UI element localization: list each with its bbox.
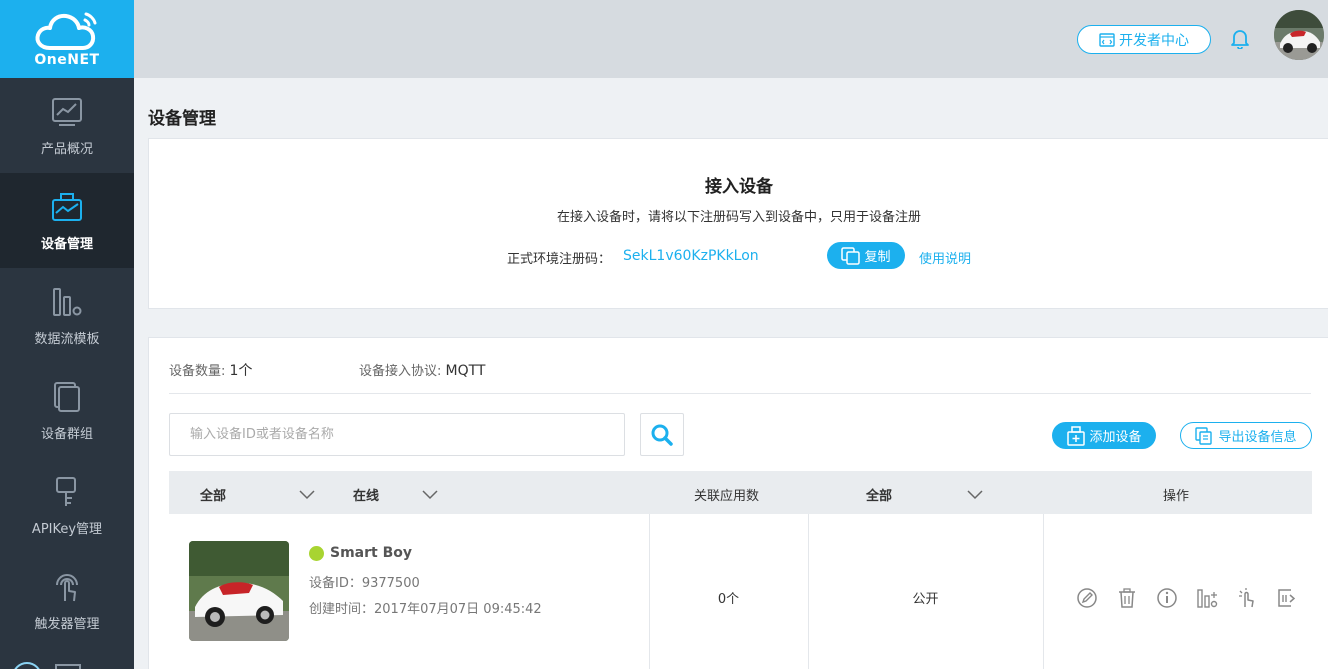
user-avatar[interactable]: [1274, 10, 1324, 60]
sidebar-item-overview[interactable]: 产品概况: [0, 78, 134, 173]
usage-guide-link[interactable]: 使用说明: [919, 248, 971, 267]
column-ops: 操作: [1163, 485, 1189, 504]
add-device-label: 添加设备: [1089, 430, 1142, 445]
sidebar-item-label: 设备管理: [40, 237, 93, 252]
top-header: 开发者中心: [134, 0, 1328, 78]
sidebar-item-datastream[interactable]: 数据流模板: [0, 268, 134, 363]
access-title: 接入设备: [705, 177, 773, 197]
developer-center-button[interactable]: 开发者中心: [1077, 25, 1211, 54]
protocol-value: MQTT: [445, 363, 486, 379]
device-name[interactable]: Smart Boy: [330, 545, 412, 561]
access-device-card: 接入设备 在接入设备时，请将以下注册码写入到设备中，只用于设备注册 正式环境注册…: [148, 138, 1328, 309]
touch-icon: [1239, 588, 1254, 608]
bars-icon: [1197, 589, 1218, 608]
column-all-label: 全部: [200, 489, 227, 504]
trash-icon: [1119, 588, 1135, 608]
filter-all-dropdown[interactable]: 全部: [200, 485, 315, 504]
online-status-dot: [309, 545, 324, 561]
sidebar-item-label: 产品概况: [40, 142, 93, 157]
partial-icon: [55, 664, 81, 669]
protocol-label: 设备接入协议:: [359, 364, 442, 379]
device-created-time: 创建时间：2017年07月07日 09:45:42: [309, 602, 542, 617]
delete-button[interactable]: [1107, 586, 1147, 610]
device-count-value: 1个: [229, 363, 253, 379]
export-device-label: 导出设备信息: [1218, 430, 1297, 445]
chart-icon: [49, 94, 85, 130]
sidebar-item-label: APIKey管理: [31, 522, 103, 537]
column-visibility-label: 全部: [866, 489, 893, 504]
developer-center-label: 开发者中心: [1119, 32, 1189, 49]
key-icon: [49, 474, 85, 510]
code-window-icon: [1099, 32, 1115, 47]
copy-label: 复制: [864, 250, 891, 265]
device-count-label: 设备数量:: [169, 364, 226, 379]
device-apps-count: 0个: [717, 592, 740, 607]
edit-icon: [1077, 588, 1097, 608]
logo-text: OneNET: [34, 52, 100, 68]
sidebar-item-trigger[interactable]: 触发器管理: [0, 553, 134, 648]
device-name-wrap: Smart Boy: [309, 545, 412, 561]
trigger-button[interactable]: [1227, 586, 1267, 610]
device-list-card: 设备数量: 1个 设备接入协议: MQTT 添加设备 导出设备信息 全部 在线 …: [148, 337, 1328, 669]
cloud-logo-icon: [35, 12, 97, 50]
add-device-button[interactable]: 添加设备: [1052, 422, 1156, 449]
bell-icon[interactable]: [1229, 27, 1251, 50]
info-icon: [1157, 588, 1177, 608]
device-protocol: 设备接入协议: MQTT: [359, 360, 486, 379]
column-apps: 关联应用数: [694, 485, 759, 504]
sidebar-item-device-group[interactable]: 设备群组: [0, 363, 134, 458]
reg-code-value[interactable]: SekL1v60KzPKkLon: [623, 248, 759, 264]
sidebar-item-label: 数据流模板: [34, 332, 100, 347]
table-row: Smart Boy 设备ID：9377500 创建时间：2017年07月07日 …: [169, 514, 1312, 669]
sidebar-item-device-manage[interactable]: 设备管理: [0, 173, 134, 268]
stack-icon: [49, 379, 85, 415]
column-online-label: 在线: [353, 489, 380, 504]
device-box-icon: [49, 189, 85, 225]
search-icon: [651, 424, 673, 446]
copy-icon: [841, 246, 861, 265]
chevron-down-icon: [422, 489, 438, 499]
column-ops-label: 操作: [1163, 489, 1190, 504]
device-count: 设备数量: 1个: [169, 360, 252, 380]
device-id: 设备ID：9377500: [309, 576, 420, 591]
row-actions: [1067, 586, 1307, 610]
filter-visibility-dropdown[interactable]: 全部: [866, 485, 983, 504]
bars-icon: [49, 284, 85, 320]
info-button[interactable]: [1147, 586, 1187, 610]
column-divider: [1043, 514, 1044, 669]
search-input[interactable]: [169, 413, 625, 456]
page-title: 设备管理: [148, 109, 216, 129]
search-button[interactable]: [640, 413, 684, 456]
copy-button[interactable]: 复制: [827, 242, 905, 269]
sidebar-item-label: 设备群组: [40, 427, 93, 442]
onenet-logo[interactable]: OneNET: [0, 0, 134, 78]
sidebar-item-apikey[interactable]: APIKey管理: [0, 458, 134, 553]
export-device-button[interactable]: 导出设备信息: [1180, 422, 1312, 449]
partial-icon: [12, 662, 42, 669]
touch-icon: [49, 569, 85, 605]
command-button[interactable]: [1267, 586, 1307, 610]
reg-code-label: 正式环境注册码：: [507, 252, 612, 267]
device-visibility: 公开: [912, 592, 939, 607]
chevron-down-icon: [299, 489, 315, 499]
access-description: 在接入设备时，请将以下注册码写入到设备中，只用于设备注册: [556, 210, 921, 225]
column-apps-label: 关联应用数: [694, 489, 760, 504]
sidebar-item-label: 触发器管理: [34, 617, 100, 632]
datastream-button[interactable]: [1187, 586, 1227, 610]
table-header: 全部 在线 关联应用数 全部 操作: [169, 471, 1312, 514]
edit-button[interactable]: [1067, 586, 1107, 610]
add-device-icon: [1067, 425, 1086, 446]
device-thumbnail[interactable]: [189, 541, 289, 641]
console-icon: [1278, 589, 1296, 607]
divider: [169, 393, 1311, 394]
chevron-down-icon: [967, 489, 983, 499]
sidebar: OneNET 产品概况 设备管理 数据流模板 设备群组 APIKey管理 触发器…: [0, 0, 134, 669]
filter-online-dropdown[interactable]: 在线: [353, 485, 438, 504]
export-icon: [1195, 426, 1213, 445]
